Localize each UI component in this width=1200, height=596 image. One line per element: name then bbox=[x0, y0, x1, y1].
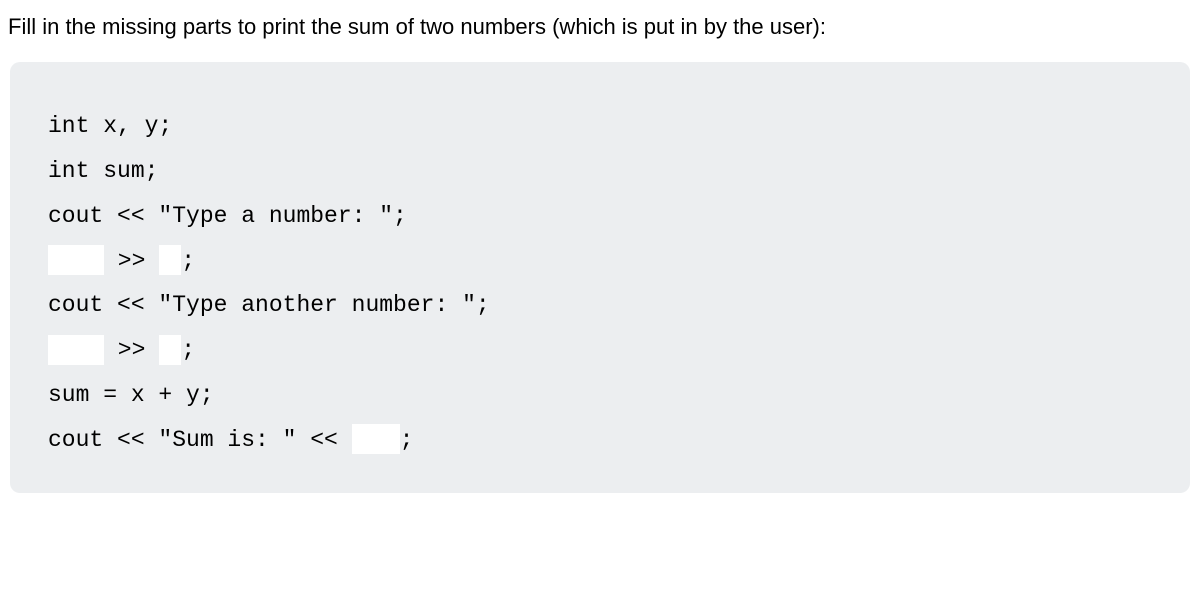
code-line-5: cout << "Type another number: "; bbox=[48, 283, 1152, 328]
code-line-4: >> ; bbox=[48, 239, 1152, 284]
code-text: >> bbox=[104, 328, 159, 373]
fill-blank-4[interactable] bbox=[159, 335, 181, 365]
code-text: int sum; bbox=[48, 149, 158, 194]
code-line-2: int sum; bbox=[48, 149, 1152, 194]
fill-blank-2[interactable] bbox=[159, 245, 181, 275]
fill-blank-1[interactable] bbox=[48, 245, 104, 275]
fill-blank-5[interactable] bbox=[352, 424, 400, 454]
code-line-8: cout << "Sum is: " << ; bbox=[48, 418, 1152, 463]
code-text: cout << "Type another number: "; bbox=[48, 283, 490, 328]
code-text: ; bbox=[181, 239, 195, 284]
code-text: cout << "Sum is: " << bbox=[48, 418, 352, 463]
code-text: sum = x + y; bbox=[48, 373, 214, 418]
code-text: ; bbox=[181, 328, 195, 373]
code-line-6: >> ; bbox=[48, 328, 1152, 373]
fill-blank-3[interactable] bbox=[48, 335, 104, 365]
code-text: int x, y; bbox=[48, 104, 172, 149]
instruction-text: Fill in the missing parts to print the s… bbox=[0, 0, 1200, 62]
code-text: ; bbox=[400, 418, 414, 463]
code-line-7: sum = x + y; bbox=[48, 373, 1152, 418]
code-text: >> bbox=[104, 239, 159, 284]
code-line-1: int x, y; bbox=[48, 104, 1152, 149]
code-block: int x, y; int sum; cout << "Type a numbe… bbox=[10, 62, 1190, 493]
code-text: cout << "Type a number: "; bbox=[48, 194, 407, 239]
code-line-3: cout << "Type a number: "; bbox=[48, 194, 1152, 239]
